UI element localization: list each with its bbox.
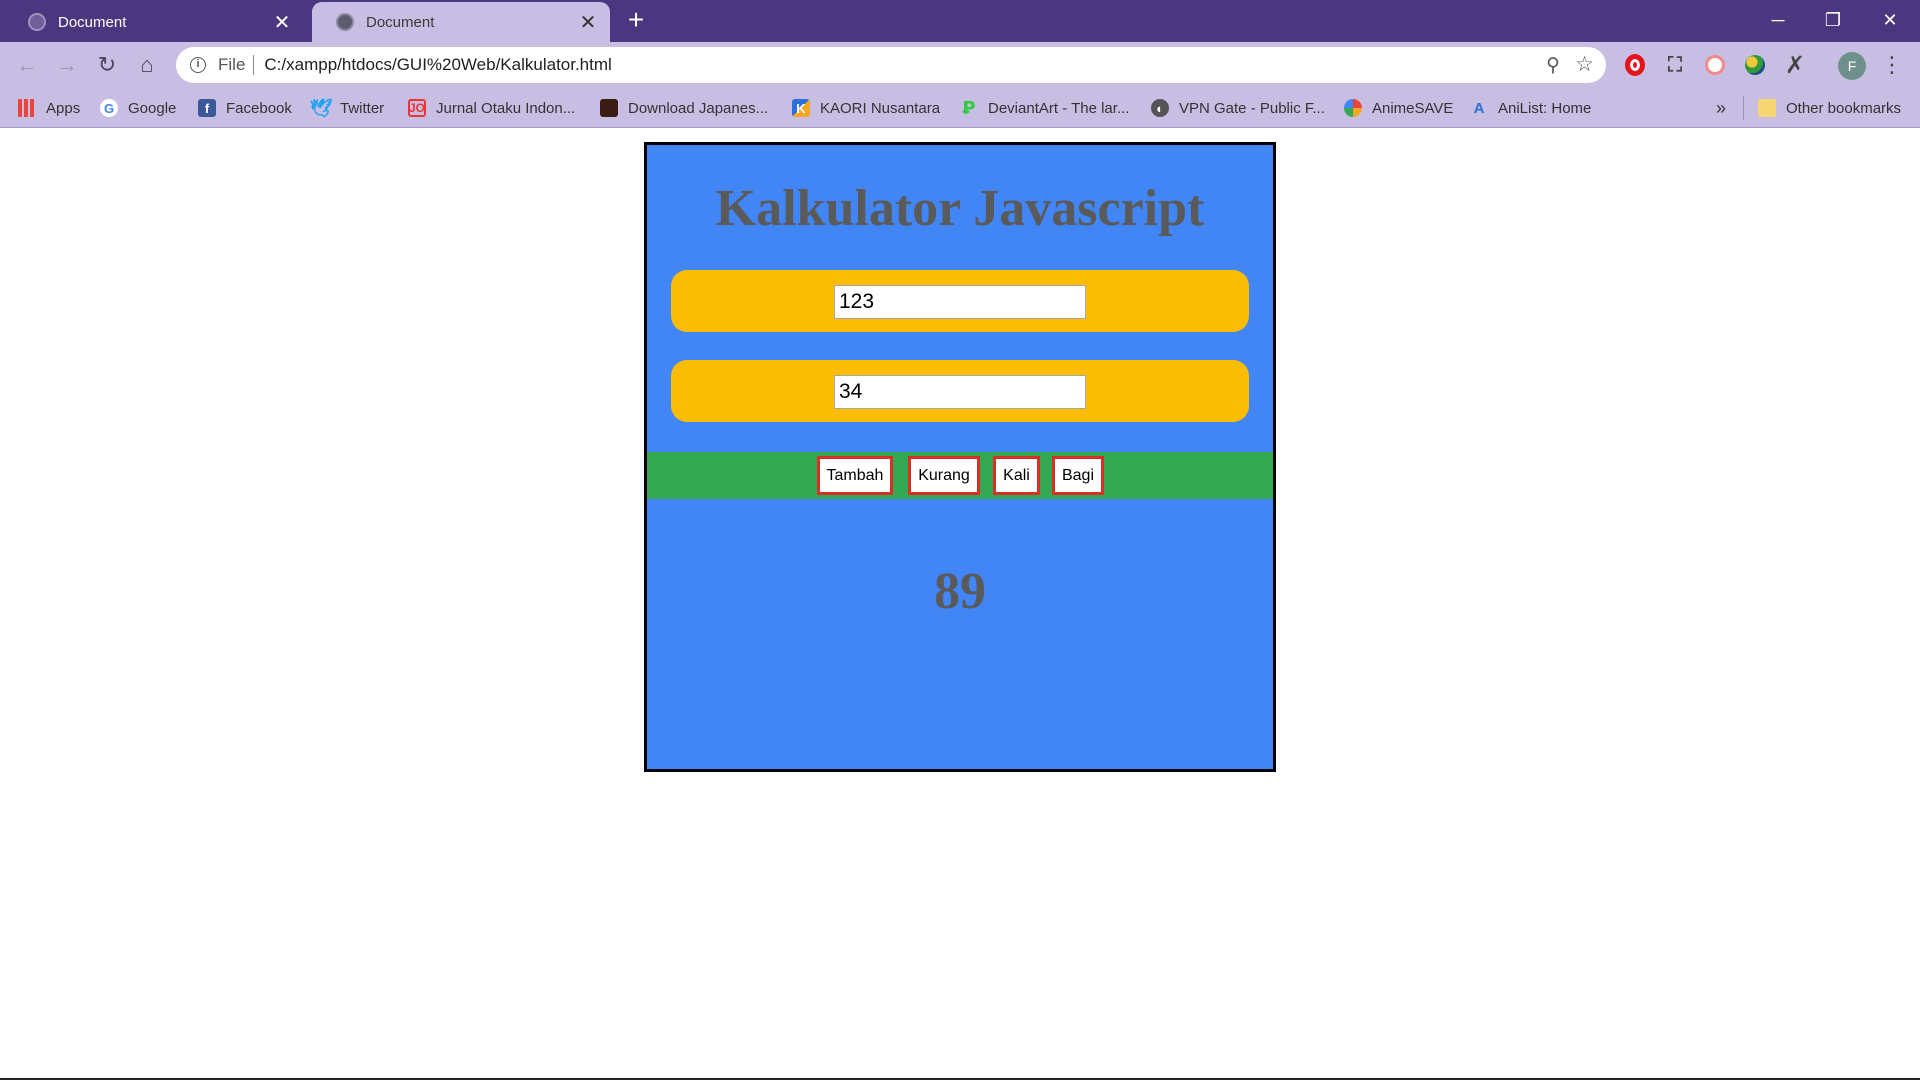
close-tab-icon[interactable]: ✕ [574, 8, 602, 36]
bookmark-label: VPN Gate - Public F... [1179, 99, 1325, 117]
add-button[interactable]: Tambah [817, 456, 893, 495]
menu-icon[interactable]: ⋮ [1880, 50, 1904, 80]
bookmark-label: Other bookmarks [1786, 99, 1902, 117]
apps-grid-icon [18, 99, 36, 117]
subtract-button[interactable]: Kurang [908, 456, 980, 495]
divide-button[interactable]: Bagi [1052, 456, 1104, 495]
file-scheme-label: File [218, 55, 246, 74]
bookmark-animesave[interactable]: AnimeSAVE [1344, 96, 1453, 120]
globe-extension-icon[interactable] [1742, 52, 1768, 78]
second-number-input[interactable] [834, 375, 1086, 409]
animesave-icon [1344, 99, 1362, 117]
bookmark-label: Apps [46, 99, 81, 117]
bookmark-kaori[interactable]: K KAORI Nusantara [792, 96, 940, 120]
minimize-button[interactable]: ─ [1750, 0, 1806, 40]
bookmarks-bar: Apps G Google f Facebook 🕊 Twitter JO Ju… [0, 88, 1920, 128]
bookmark-label: Google [128, 99, 177, 117]
bookmark-label: Download Japanes... [628, 99, 769, 117]
close-tab-icon[interactable]: ✕ [268, 8, 296, 36]
bookmark-download-japanese[interactable]: Download Japanes... [600, 96, 768, 120]
vpn-gate-icon: ◐ [1151, 99, 1169, 117]
bookmarks-divider [1743, 96, 1744, 120]
reload-button[interactable]: ↻ [92, 50, 122, 80]
bookmark-jurnal-otaku[interactable]: JO Jurnal Otaku Indon... [408, 96, 575, 120]
calculator-panel: Kalkulator Javascript Tambah Kurang Kali… [644, 142, 1276, 772]
first-number-input[interactable] [834, 285, 1086, 319]
opera-extension-icon[interactable] [1622, 52, 1648, 78]
bookmark-vpn-gate[interactable]: ◐ VPN Gate - Public F... [1151, 96, 1325, 120]
back-button[interactable]: ← [12, 50, 42, 80]
tab-strip: Document ✕ Document ✕ + ─ ❐ ✕ [0, 0, 1920, 42]
deviantart-icon: Ꝑ [962, 97, 976, 118]
record-extension-icon[interactable] [1702, 52, 1728, 78]
folder-icon [1758, 99, 1776, 117]
multiply-button[interactable]: Kali [993, 456, 1040, 495]
forward-button[interactable]: → [52, 50, 82, 80]
bookmark-google[interactable]: G Google [100, 96, 176, 120]
operation-bar: Tambah Kurang Kali Bagi [647, 452, 1273, 499]
bookmark-label: Jurnal Otaku Indon... [436, 99, 576, 117]
anilist-icon: A [1473, 99, 1485, 117]
browser-toolbar: ← → ↻ ⌂ i File C:/xampp/htdocs/GUI%20Web… [0, 42, 1920, 88]
bookmark-star-icon[interactable]: ☆ [1575, 52, 1594, 77]
bookmark-label: AnimeSAVE [1372, 99, 1454, 117]
zoom-icon[interactable]: ⚲ [1546, 54, 1560, 77]
bookmark-apps[interactable]: Apps [18, 96, 80, 120]
bookmark-label: Facebook [226, 99, 292, 117]
bookmark-deviantart[interactable]: Ꝑ DeviantArt - The lar... [960, 96, 1129, 120]
tab-title: Document [58, 13, 127, 31]
google-icon: G [100, 99, 118, 117]
jurnal-otaku-icon: JO [408, 99, 426, 117]
bookmark-facebook[interactable]: f Facebook [198, 96, 292, 120]
bookmark-label: KAORI Nusantara [820, 99, 941, 117]
facebook-icon: f [198, 99, 216, 117]
address-bar[interactable]: i File C:/xampp/htdocs/GUI%20Web/Kalkula… [176, 47, 1606, 83]
input-band-second [671, 360, 1249, 422]
info-icon[interactable]: i [190, 57, 206, 73]
screenshot-extension-icon[interactable]: ⛶ [1662, 52, 1688, 78]
home-button[interactable]: ⌂ [132, 50, 162, 80]
bookmark-other[interactable]: Other bookmarks [1758, 96, 1901, 120]
input-band-first [671, 270, 1249, 332]
divider [253, 55, 255, 75]
globe-icon [336, 13, 354, 31]
page-title: Kalkulator Javascript [715, 180, 1205, 237]
twitter-icon: 🕊 [309, 97, 333, 118]
tab-document-1[interactable]: Document ✕ [4, 2, 304, 42]
bookmark-twitter[interactable]: 🕊 Twitter [309, 96, 385, 120]
download-japanese-icon [600, 99, 618, 117]
tab-title: Document [366, 13, 435, 31]
close-window-button[interactable]: ✕ [1862, 0, 1918, 40]
more-bookmarks-chevron-icon[interactable]: » [1716, 96, 1726, 120]
globe-icon [28, 13, 46, 31]
x-extension-icon[interactable]: ✗ [1782, 52, 1808, 79]
tab-document-2[interactable]: Document ✕ [312, 2, 610, 42]
result-output: 89 [934, 563, 986, 620]
url-text[interactable]: C:/xampp/htdocs/GUI%20Web/Kalkulator.htm… [264, 55, 611, 75]
bookmark-label: DeviantArt - The lar... [988, 99, 1130, 117]
profile-avatar[interactable]: F [1838, 52, 1866, 80]
kaori-icon: K [792, 99, 810, 117]
restore-button[interactable]: ❐ [1805, 0, 1861, 40]
bookmark-label: AniList: Home [1498, 99, 1592, 117]
bookmark-label: Twitter [340, 99, 385, 117]
new-tab-button[interactable]: + [622, 4, 650, 36]
bookmark-anilist[interactable]: A AniList: Home [1470, 96, 1592, 120]
